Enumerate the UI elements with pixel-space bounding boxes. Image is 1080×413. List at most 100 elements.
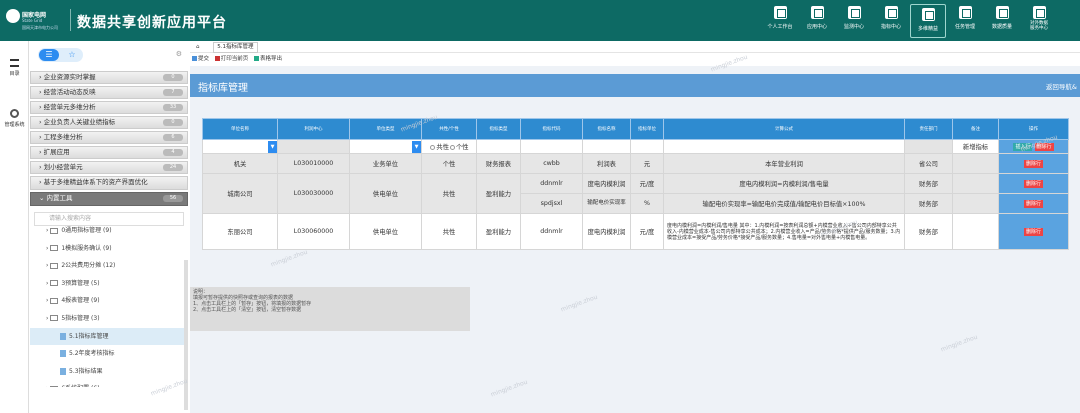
unit-select[interactable]: ▼: [202, 139, 278, 154]
tree-label: 2公共费用分摊 (12): [61, 262, 116, 270]
breadcrumb: ⌂ 5.1指标库管理: [190, 41, 1080, 53]
indicator-table: 单位名称 利润中心 单位类型 共性/个性 指标类型 指标代码 指标名称 指标单位 计算公式 责任部…: [202, 118, 1069, 250]
folder-icon: [50, 280, 59, 287]
catalog-nav[interactable]: 目录: [0, 59, 29, 77]
code-field[interactable]: [520, 139, 583, 154]
page-title: 指标库管理: [198, 83, 248, 94]
folder-icon: [50, 385, 59, 387]
menu-label: 扩展应用: [43, 148, 70, 156]
cell-type: 供电单位: [349, 213, 422, 250]
folder-icon: [50, 297, 59, 304]
cell-measure: %: [630, 193, 664, 214]
cell-formula: 度电内模利润=内模利润/售电量: [663, 173, 905, 194]
delete-row-button[interactable]: 删除行: [1023, 227, 1043, 236]
tree-item[interactable]: › 1模拟服务确认 (9): [30, 240, 188, 258]
delete-row-button[interactable]: 删除行: [1023, 199, 1043, 208]
tree-item[interactable]: › 2公共费用分摊 (12): [30, 257, 188, 275]
back-link[interactable]: 返回导航&: [1046, 81, 1077, 91]
kind-field[interactable]: [476, 139, 521, 154]
tree-item[interactable]: 5.1指标库管理: [30, 327, 188, 346]
submit-button[interactable]: 提交: [192, 56, 209, 62]
gear-icon: [10, 109, 19, 118]
formula-field[interactable]: [663, 139, 905, 154]
nav-monitor[interactable]: 个人工作台: [762, 0, 798, 41]
tree-item[interactable]: › 0通用指标管理 (9): [30, 222, 188, 240]
tab-current[interactable]: 5.1指标库管理: [213, 42, 258, 53]
view-toggle[interactable]: ☰ ☆: [38, 48, 83, 62]
export-button[interactable]: 表格导出: [254, 56, 282, 62]
row-actions: 删除行: [998, 193, 1069, 214]
cell-kind: 盈利能力: [476, 173, 521, 214]
column-header: 计算公式: [663, 118, 905, 140]
print-button[interactable]: 打印当前页: [214, 56, 248, 62]
table-row: 机关 L030010000 业务单位 个性 财务报表 cwbb 利润表元本年营业利润 省公司 删…: [202, 153, 1069, 174]
menu-label: 工程多维分析: [43, 133, 83, 141]
row-actions: 删除行: [998, 213, 1069, 250]
star-icon[interactable]: ☆: [63, 48, 81, 62]
file-icon: [60, 367, 66, 375]
nav-label: 任务管理: [954, 24, 975, 30]
sidebar-menu-item[interactable]: › 企业负责人关键业绩指标 0: [30, 116, 188, 129]
list-view-icon[interactable]: ☰: [39, 49, 59, 61]
nav-edit[interactable]: 应用中心: [799, 0, 835, 41]
tree-label: 3预算管理 (5): [61, 279, 100, 287]
delete-row-button[interactable]: 删除行: [1023, 159, 1043, 168]
tree: › 0通用指标管理 (9) › 1模拟服务确认 (9) › 2公共费用分摊 (12)…: [30, 222, 188, 387]
folder-icon: [50, 245, 59, 252]
tree-item[interactable]: › 3预算管理 (5): [30, 275, 188, 293]
cell-formula: 度电内模利润=内模利润/售电量 其中：1.内模利润=按表利润总额+内模营业收入+…: [663, 213, 905, 250]
nav-task[interactable]: 任务管理: [947, 0, 983, 41]
nav-frame[interactable]: 监测中心: [836, 0, 872, 41]
sidebar-menu-item[interactable]: › 经营单元多维分析 33: [30, 101, 188, 114]
cell-measure: 元/度: [630, 173, 664, 194]
folder-icon: [50, 315, 59, 322]
tree-item[interactable]: › 4报表管理 (9): [30, 292, 188, 310]
cell-dept: 财务部: [904, 173, 953, 194]
edit-icon: [810, 6, 824, 19]
nav-share[interactable]: 对外数据 服务中心: [1021, 0, 1057, 41]
tree-label: 0通用指标管理 (9): [61, 227, 112, 234]
tree-item[interactable]: 5.3指标结果: [30, 363, 188, 381]
file-icon: [60, 350, 66, 358]
cell-nature: 个性: [421, 153, 477, 174]
menu-count: 6: [163, 134, 183, 141]
sidebar-menu-item[interactable]: › 经营活动动态反映 7: [30, 86, 188, 99]
home-icon[interactable]: ⌂: [196, 44, 200, 50]
sidebar-scrollbar[interactable]: [184, 260, 188, 410]
settings-icon[interactable]: ⚙: [176, 50, 182, 58]
nav-label: 多维精益: [917, 26, 938, 32]
cell-profit: L030060000: [277, 213, 350, 250]
type-select[interactable]: ▼: [349, 139, 422, 154]
column-header: 备注: [952, 118, 999, 140]
nav-document[interactable]: 多维精益: [910, 4, 946, 38]
help-note: 说明： 填报可暂存提供的快照存或查询的报表的数据 1、点击工具栏上的「暂存」按钮…: [190, 287, 470, 331]
table-row: 东丽公司 L030060000 供电单位 共性 盈利能力 ddnmlr 度电内模利润 元/度度…: [202, 213, 1069, 250]
tree-item[interactable]: 5.2年度考核指标: [30, 345, 188, 363]
sidebar-menu-item[interactable]: › 企业资源实时掌握 0: [30, 71, 188, 84]
nav-list[interactable]: 指标中心: [873, 0, 909, 41]
remark-field[interactable]: 新增指标: [952, 139, 999, 154]
tree-item[interactable]: › 5指标管理 (3): [30, 310, 188, 328]
nature-radio[interactable]: 共性 个性: [421, 139, 477, 154]
delete-row-button[interactable]: 删除行: [1023, 179, 1043, 188]
nav-camera[interactable]: 数据质量: [984, 0, 1020, 41]
cell-name: 输配电价实现率: [582, 193, 631, 214]
folder-icon: [50, 227, 59, 234]
list-icon: [10, 59, 19, 67]
menu-count: 0: [163, 119, 183, 126]
monitor-icon: [773, 6, 787, 19]
sidebar-menu-item[interactable]: › 基于多维精益体系下的资产界面优化: [30, 176, 188, 190]
tools-menu[interactable]: ⌄ 内置工具 56: [30, 192, 188, 206]
cell-name: 度电内模利润: [582, 213, 631, 250]
manage-nav[interactable]: 管理系统: [0, 109, 29, 128]
sidebar-menu-item[interactable]: › 划小经营单元 24: [30, 161, 188, 174]
menu-label: 经营活动动态反映: [43, 88, 96, 96]
cell-code: spdjsxl: [520, 193, 583, 214]
measure-field[interactable]: [630, 139, 664, 154]
sidebar-menu-item[interactable]: › 工程多维分析 6: [30, 131, 188, 144]
menu-count: 33: [163, 104, 183, 111]
cell-formula: 输配电价实现率=输配电价完成值/输配电价目标值×100%: [663, 193, 905, 214]
cell-remark: [952, 173, 999, 194]
name-field[interactable]: [582, 139, 631, 154]
sidebar-menu-item[interactable]: › 扩展应用 4: [30, 146, 188, 159]
